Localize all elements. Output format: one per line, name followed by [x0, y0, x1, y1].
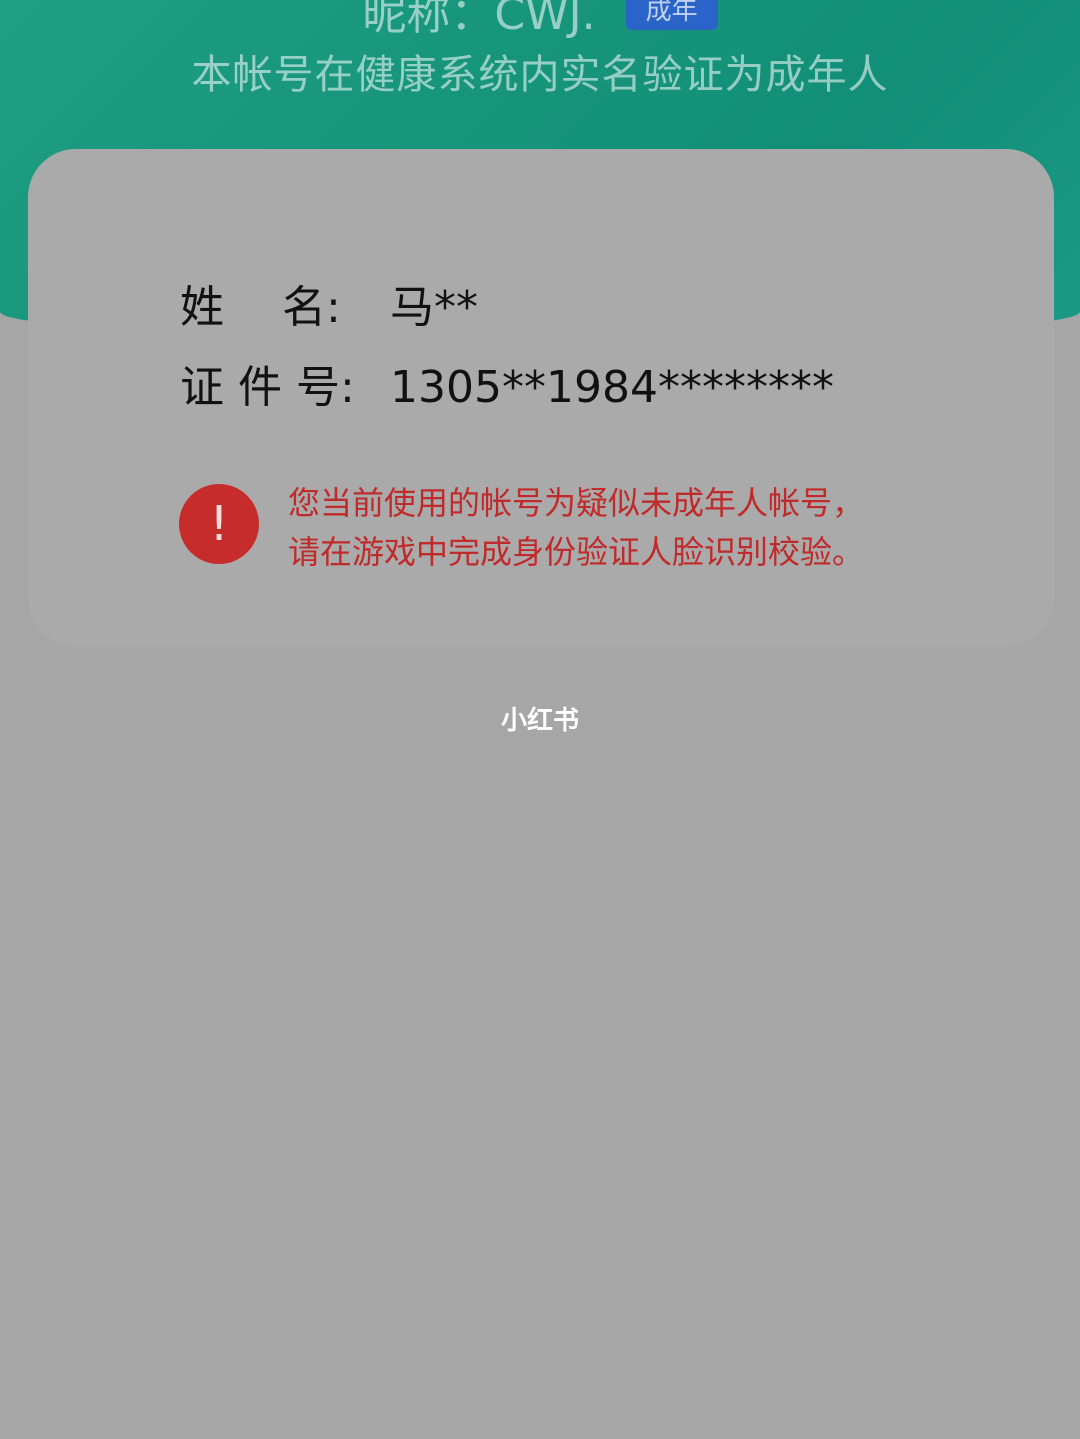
id-label: 证 件 号: — [180, 362, 355, 413]
adult-badge: 成年 — [625, 0, 718, 30]
minor-account-warning: 您当前使用的帐号为疑似未成年人帐号， 请在游戏中完成身份验证人脸识别校验。 — [288, 479, 1008, 577]
nickname-text: 昵称：CWJ. — [362, 0, 596, 40]
identity-card: 姓 名: 马** 证 件 号: 1305**1984******** ! 您当前使用… — [28, 149, 1054, 646]
warning-line-2: 请在游戏中完成身份验证人脸识别校验。 — [288, 533, 865, 571]
verification-subtitle: 本帐号在健康系统内实名验证为成年人 — [191, 52, 889, 98]
name-row: 姓 名: 马** — [180, 271, 478, 335]
exclamation-circle-icon: ! — [179, 484, 259, 564]
xiaohongshu-watermark: 小红书 — [500, 706, 579, 736]
id-row: 证 件 号: 1305**1984******** — [180, 351, 834, 415]
id-value: 1305**1984******** — [390, 362, 834, 413]
name-label: 姓 名: — [180, 282, 341, 333]
nickname-row: 昵称：CWJ. 成年 — [0, 0, 1080, 42]
warning-line-1: 您当前使用的帐号为疑似未成年人帐号， — [288, 484, 865, 522]
name-value: 马** — [390, 282, 478, 333]
